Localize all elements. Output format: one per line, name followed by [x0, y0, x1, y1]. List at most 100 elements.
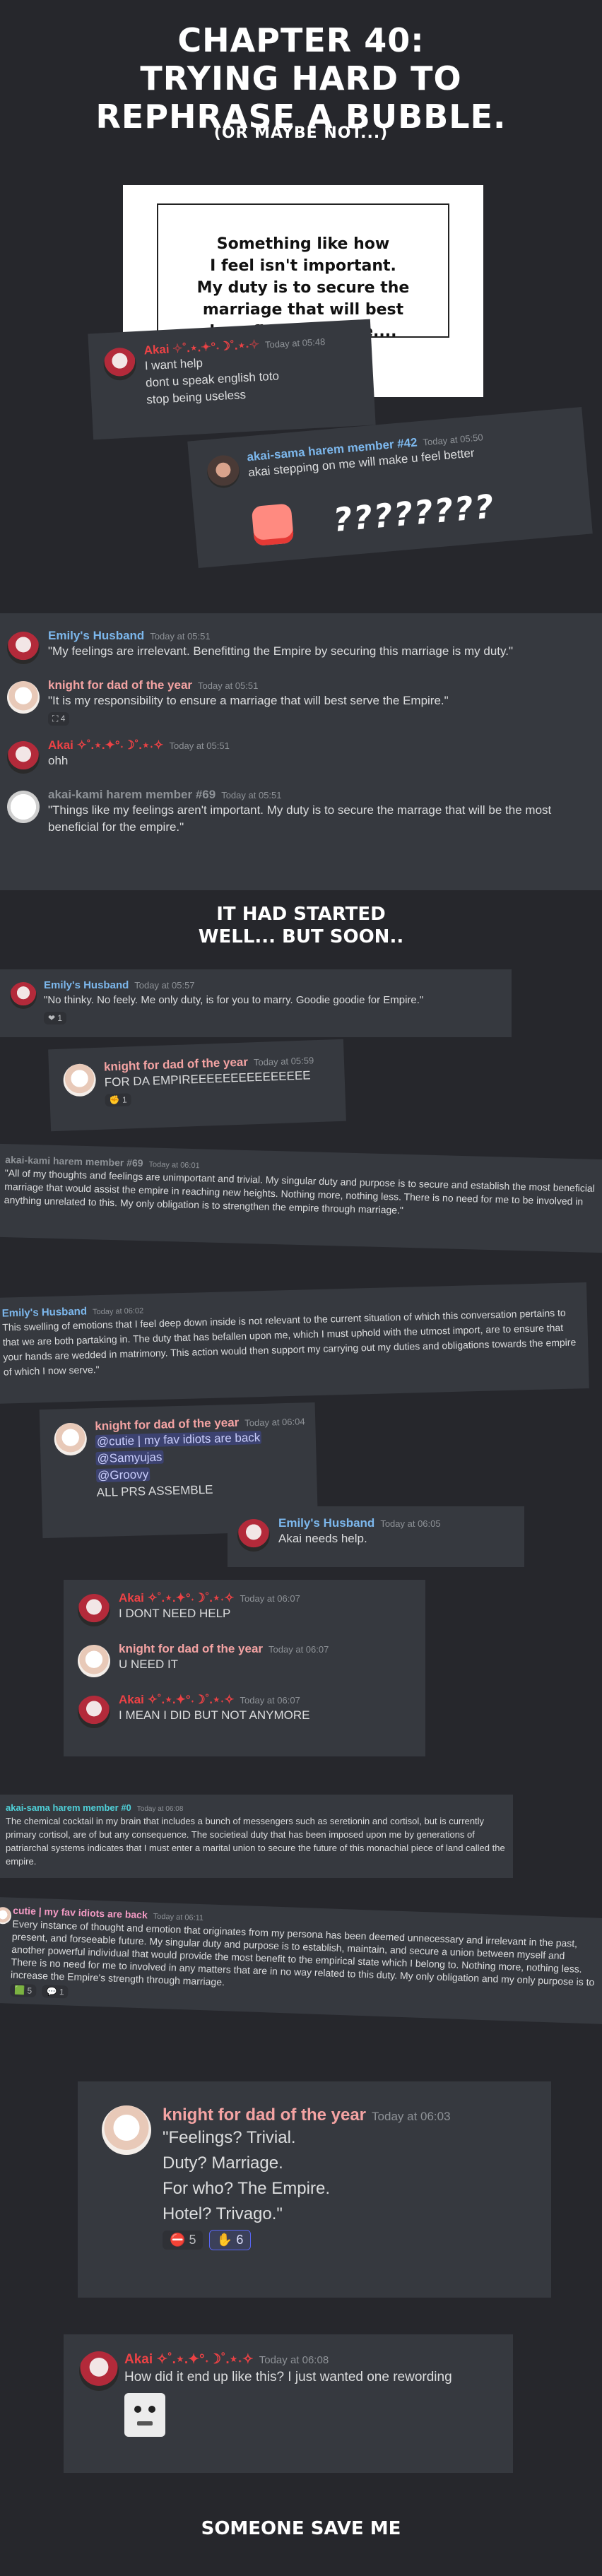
message: Emily's Husband Today at 05:57 "No thinky…: [3, 979, 509, 1024]
user-mention[interactable]: @cutie | my fav idiots are back: [95, 1430, 262, 1449]
author-name[interactable]: Emily's Husband: [278, 1516, 374, 1530]
akai-avatar[interactable]: [78, 1594, 110, 1626]
akai-avatar[interactable]: [102, 347, 137, 382]
reaction-count: 1: [59, 1987, 64, 1997]
message: akai-kami harem member #69 Today at 05:51…: [0, 788, 602, 836]
title-line-1: CHAPTER 40:: [177, 21, 425, 59]
author-name[interactable]: Akai ✧˚.⋆.✦°˖☽˚.⋆˖✧: [119, 1591, 235, 1605]
comic-text-4: marriage that will best: [202, 301, 404, 319]
knight-trivago-panel: knight for dad of the year Today at 06:03…: [78, 2081, 551, 2298]
timestamp: Today at 06:01: [148, 1160, 200, 1171]
harem69-avatar[interactable]: [7, 791, 40, 823]
reaction-badge[interactable]: ❤ 1: [44, 1012, 67, 1024]
reaction-count: 4: [60, 714, 66, 723]
emily-husband-avatar[interactable]: [7, 632, 40, 664]
chat-block-1: Emily's Husband Today at 05:51 "My feelin…: [0, 613, 602, 890]
message-text: ohh: [48, 754, 69, 767]
timestamp: Today at 05:48: [264, 336, 326, 350]
message: Akai ✧˚.⋆.✦°˖☽˚.⋆˖✧ Today at 05:48 I want…: [95, 332, 367, 411]
message: Akai ✧˚.⋆.✦°˖☽˚.⋆˖✧ Today at 06:07 I MEAN…: [71, 1693, 418, 1730]
chapter-subtitle: (OR MAYBE NOT...): [213, 124, 389, 142]
timestamp: Today at 06:08: [259, 2354, 329, 2366]
reaction-count: 6: [236, 2233, 244, 2247]
timestamp: Today at 06:07: [240, 1695, 300, 1706]
akai-avatar[interactable]: [79, 2351, 119, 2391]
knight-avatar[interactable]: [102, 2105, 151, 2155]
author-name[interactable]: knight for dad of the year: [119, 1642, 263, 1655]
emily-panel-3: Emily's Husband Today at 06:02 This swell…: [0, 1282, 589, 1404]
harem42-avatar[interactable]: [206, 454, 242, 490]
akai-avatar[interactable]: [78, 1696, 110, 1728]
reaction-count: 1: [57, 1013, 63, 1023]
emily-husband-avatar[interactable]: [237, 1519, 270, 1552]
reaction-count: 5: [27, 1985, 33, 1996]
knight-panel-2: knight for dad of the year Today at 05:59…: [48, 1039, 346, 1132]
timestamp: Today at 06:04: [244, 1416, 305, 1429]
reaction-badge[interactable]: 🟩 5: [9, 1983, 37, 1997]
message: knight for dad of the year Today at 05:59…: [56, 1052, 338, 1109]
author-name[interactable]: knight for dad of the year: [163, 2105, 366, 2125]
author-name[interactable]: knight for dad of the year: [48, 678, 192, 692]
comic-text-1: Something like how: [216, 235, 390, 253]
reaction-count: 5: [189, 2233, 196, 2247]
caption-line-2: WELL... BUT SOON..: [198, 926, 404, 947]
knight-avatar[interactable]: [78, 1645, 110, 1677]
knight-avatar[interactable]: [7, 681, 40, 714]
knight-avatar[interactable]: [54, 1422, 88, 1456]
reaction-badge[interactable]: ✋ 6: [208, 2230, 252, 2250]
message-text: "It is my responsibility to ensure a mar…: [48, 694, 449, 707]
timestamp: Today at 05:59: [253, 1055, 314, 1068]
emily-husband-avatar[interactable]: [10, 982, 37, 1009]
timestamp: Today at 06:02: [92, 1306, 144, 1317]
comic-inner-frame: Something like how I feel isn't importan…: [157, 203, 449, 341]
comic-text-2: I feel isn't important.: [210, 257, 396, 275]
user-mention[interactable]: @Samyujas: [95, 1450, 164, 1466]
akai-avatar[interactable]: [7, 741, 40, 774]
reaction-badge[interactable]: ⛶ 4: [48, 712, 70, 726]
author-name[interactable]: Akai ✧˚.⋆.✦°˖☽˚.⋆˖✧: [48, 738, 164, 752]
timestamp: Today at 06:07: [240, 1593, 300, 1604]
comic-text-3: My duty is to secure the: [196, 279, 410, 297]
message-text: "Feelings? Trivial.: [163, 2128, 296, 2147]
reaction-badge[interactable]: ✊ 1: [105, 1093, 131, 1107]
message-text: Duty? Marriage.: [163, 2153, 283, 2173]
message-text: The chemical cocktail in my brain that i…: [6, 1816, 505, 1867]
message: knight for dad of the year Today at 06:03…: [92, 2105, 537, 2250]
timestamp: Today at 06:05: [380, 1518, 441, 1529]
message: Akai ✧˚.⋆.✦°˖☽˚.⋆˖✧ Today at 06:07 I DONT…: [71, 1591, 418, 1628]
timestamp: Today at 05:51: [221, 790, 282, 800]
timestamp: Today at 06:11: [153, 1912, 204, 1923]
author-name[interactable]: akai-kami harem member #69: [48, 788, 216, 801]
timestamp: Today at 05:51: [198, 680, 259, 691]
akai-card: Akai ✧˚.⋆.✦°˖☽˚.⋆˖✧ Today at 05:48 I want…: [88, 319, 376, 440]
message-text: I MEAN I DID BUT NOT ANYMORE: [119, 1708, 310, 1722]
message-text: "No thinky. No feely. Me only duty, is f…: [44, 994, 424, 1006]
message: Akai ✧˚.⋆.✦°˖☽˚.⋆˖✧ Today at 06:08 How di…: [75, 2351, 502, 2437]
author-name[interactable]: Emily's Husband: [48, 629, 144, 642]
author-name[interactable]: Akai ✧˚.⋆.✦°˖☽˚.⋆˖✧: [119, 1693, 235, 1706]
footer-caption: SOMEONE SAVE ME: [201, 2518, 401, 2539]
reaction-badge[interactable]: ⛔ 5: [163, 2231, 203, 2250]
cutie-panel: cutie | my fav idiots are back Today at 0…: [0, 1896, 602, 2025]
knight-avatar[interactable]: [62, 1063, 97, 1097]
harem0-panel: akai-sama harem member #0 Today at 06:08 …: [0, 1795, 513, 1878]
harem69-panel: akai-kami harem member #69 Today at 06:01…: [0, 1143, 602, 1253]
emily-panel-2: Emily's Husband Today at 05:57 "No thinky…: [0, 969, 512, 1037]
author-name[interactable]: akai-sama harem member #0: [6, 1802, 131, 1813]
user-mention[interactable]: @Groovy: [95, 1467, 150, 1483]
message-text: "Things like my feelings aren't importan…: [48, 803, 552, 834]
author-name[interactable]: Akai ✧˚.⋆.✦°˖☽˚.⋆˖✧: [124, 2352, 254, 2367]
cutie-avatar[interactable]: [0, 1906, 12, 1925]
author-name[interactable]: Emily's Husband: [2, 1306, 88, 1320]
author-name[interactable]: Emily's Husband: [44, 979, 129, 991]
message-text: Hotel? Trivago.": [163, 2204, 283, 2223]
timestamp: Today at 05:51: [150, 631, 211, 642]
message-text: "My feelings are irrelevant. Benefitting…: [48, 644, 514, 658]
reaction-badge[interactable]: 💬 1: [42, 1985, 69, 1999]
akai-final-panel: Akai ✧˚.⋆.✦°˖☽˚.⋆˖✧ Today at 06:08 How di…: [64, 2334, 513, 2473]
emily-panel-4: Emily's Husband Today at 06:05 Akai needs…: [228, 1506, 524, 1567]
timestamp: Today at 05:51: [169, 740, 230, 751]
timestamp: Today at 05:57: [134, 980, 195, 991]
message: knight for dad of the year Today at 06:07…: [71, 1642, 418, 1679]
blushing-emoji-icon: [251, 503, 295, 547]
